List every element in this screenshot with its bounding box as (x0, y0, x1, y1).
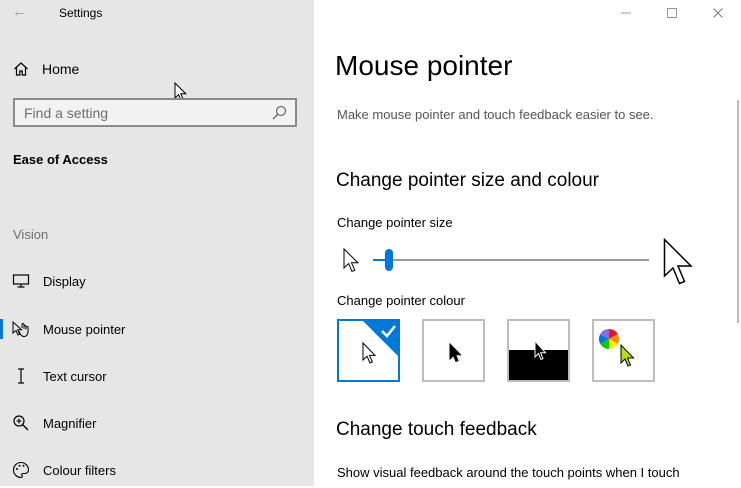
sidebar-item-label: Display (43, 273, 86, 289)
sidebar-item-label: Magnifier (43, 415, 97, 431)
maximize-icon (667, 8, 677, 18)
app-title: Settings (59, 6, 103, 20)
window-controls (603, 0, 741, 26)
minimize-button[interactable] (603, 0, 649, 26)
home-icon (14, 62, 28, 76)
display-icon (11, 271, 31, 291)
sidebar-item-magnifier[interactable]: Magnifier (0, 405, 314, 441)
slider-thumb[interactable] (385, 249, 393, 271)
search-input[interactable] (15, 103, 271, 122)
size-colour-heading: Change pointer size and colour (336, 170, 600, 191)
back-arrow-icon[interactable]: ← (12, 3, 27, 20)
group-label-vision: Vision (13, 227, 49, 242)
pointer-colour-label: Change pointer colour (337, 293, 465, 308)
scrollbar[interactable] (737, 100, 739, 323)
touch-feedback-heading: Change touch feedback (336, 419, 537, 440)
maximize-button[interactable] (649, 0, 695, 26)
sidebar-item-mouse-pointer[interactable]: Mouse pointer (0, 311, 314, 347)
magnifier-icon (11, 413, 31, 433)
sidebar: ← Settings Home Ease of Access Vision Di… (0, 0, 314, 486)
search-box[interactable] (13, 98, 297, 127)
home-link[interactable]: Home (13, 58, 79, 80)
pointer-colour-inverted[interactable] (507, 319, 570, 382)
pointer-size-slider[interactable] (337, 238, 707, 286)
colour-filters-icon (11, 460, 31, 480)
sidebar-item-display[interactable]: Display (0, 263, 314, 299)
large-pointer-icon (663, 238, 693, 285)
pointer-size-label: Change pointer size (337, 215, 453, 230)
touch-feedback-description: Show visual feedback around the touch po… (337, 465, 680, 480)
pointer-colour-custom[interactable] (592, 319, 655, 382)
colour-wheel-icon (598, 328, 620, 350)
black-pointer-icon (449, 342, 462, 363)
mouse-pointer-icon (11, 319, 31, 339)
main-content: Mouse pointer Make mouse pointer and tou… (314, 0, 741, 486)
pointer-colour-black[interactable] (422, 319, 485, 382)
sidebar-item-label: Mouse pointer (43, 321, 126, 337)
white-pointer-icon (362, 341, 377, 364)
sidebar-item-label: Colour filters (43, 462, 116, 478)
section-title: Ease of Access (13, 152, 108, 167)
close-button[interactable] (695, 0, 741, 26)
pointer-colour-white[interactable] (337, 319, 400, 382)
minimize-icon (621, 12, 631, 14)
search-icon[interactable] (271, 105, 287, 121)
custom-pointer-icon (620, 343, 635, 367)
small-pointer-icon (343, 248, 360, 273)
page-description: Make mouse pointer and touch feedback ea… (337, 107, 654, 122)
title-bar: ← Settings (0, 0, 314, 26)
sidebar-item-colour-filters[interactable]: Colour filters (0, 452, 314, 488)
sidebar-item-label: Text cursor (43, 368, 107, 384)
slider-track[interactable] (373, 259, 649, 261)
page-title: Mouse pointer (335, 50, 513, 81)
sidebar-item-text-cursor[interactable]: Text cursor (0, 358, 314, 394)
text-cursor-icon (11, 366, 31, 386)
close-icon (713, 8, 723, 18)
home-label: Home (42, 61, 80, 77)
